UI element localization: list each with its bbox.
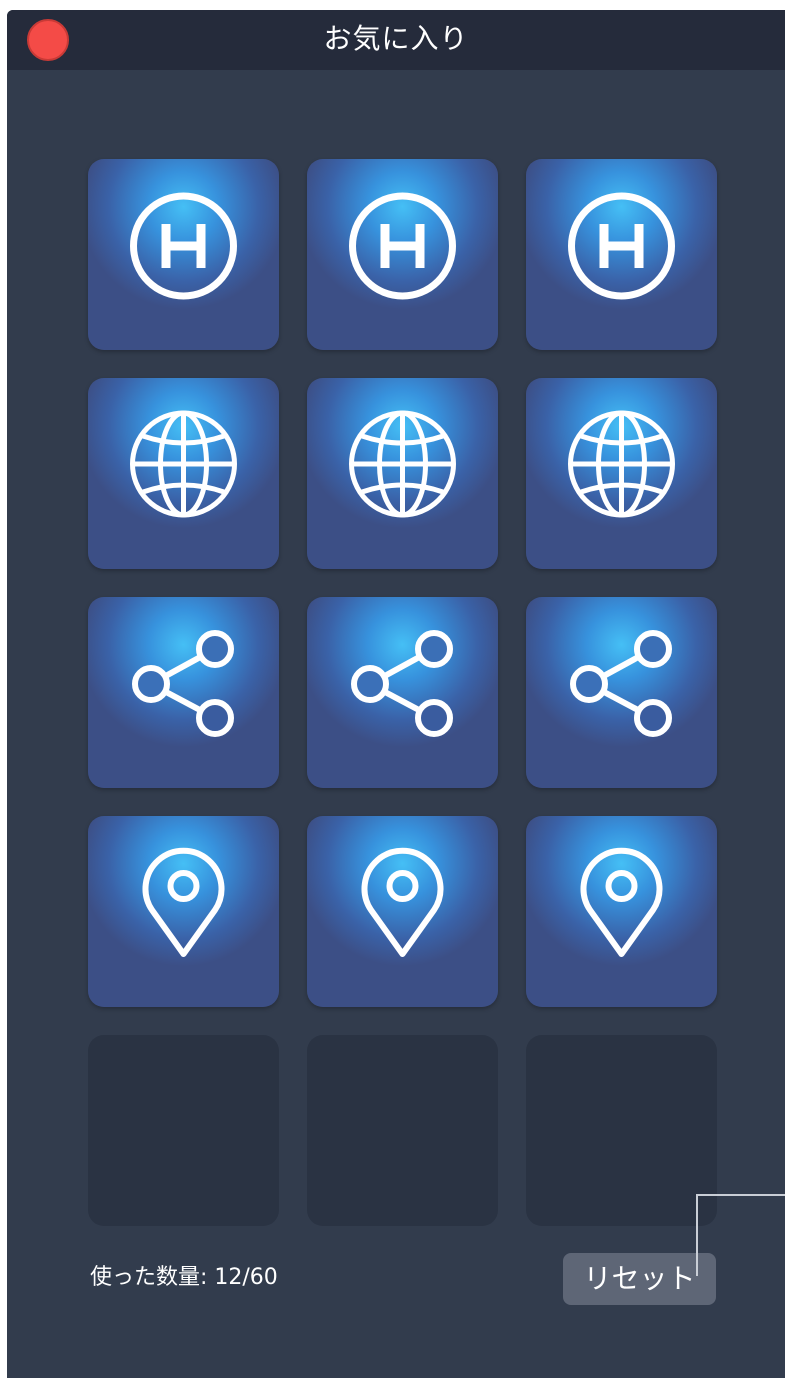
share-icon [132, 630, 234, 737]
favorite-tile[interactable] [88, 159, 279, 350]
favorite-tile[interactable] [526, 597, 717, 788]
globe-icon [349, 410, 456, 518]
favorite-tile[interactable] [307, 159, 498, 350]
favorite-tile[interactable] [526, 816, 717, 1007]
globe-icon [130, 410, 237, 518]
share-icon [351, 630, 453, 737]
hospital-icon [568, 192, 675, 300]
location-pin-icon [142, 847, 225, 957]
favorite-tile[interactable] [307, 378, 498, 569]
favorite-tile[interactable] [526, 159, 717, 350]
usage-count-label: 使った数量: 12/60 [90, 1265, 278, 1290]
hospital-icon [349, 192, 456, 300]
title-bar: お気に入り [7, 10, 785, 70]
favorite-tile[interactable] [88, 816, 279, 1007]
favorite-tile[interactable] [307, 597, 498, 788]
favorites-window: お気に入り 使った数量: 12/60 リセット [7, 10, 785, 1378]
location-pin-icon [580, 847, 663, 957]
location-pin-icon [361, 847, 444, 957]
reset-button[interactable]: リセット [563, 1253, 716, 1305]
empty-slot[interactable] [88, 1035, 279, 1226]
share-icon [570, 630, 672, 737]
globe-icon [568, 410, 675, 518]
empty-slot[interactable] [526, 1035, 717, 1226]
favorite-tile[interactable] [526, 378, 717, 569]
empty-slot[interactable] [307, 1035, 498, 1226]
window-title: お気に入り [323, 22, 469, 55]
hospital-icon [130, 192, 237, 300]
favorite-tile[interactable] [88, 597, 279, 788]
favorite-tile[interactable] [88, 378, 279, 569]
favorite-tile[interactable] [307, 816, 498, 1007]
